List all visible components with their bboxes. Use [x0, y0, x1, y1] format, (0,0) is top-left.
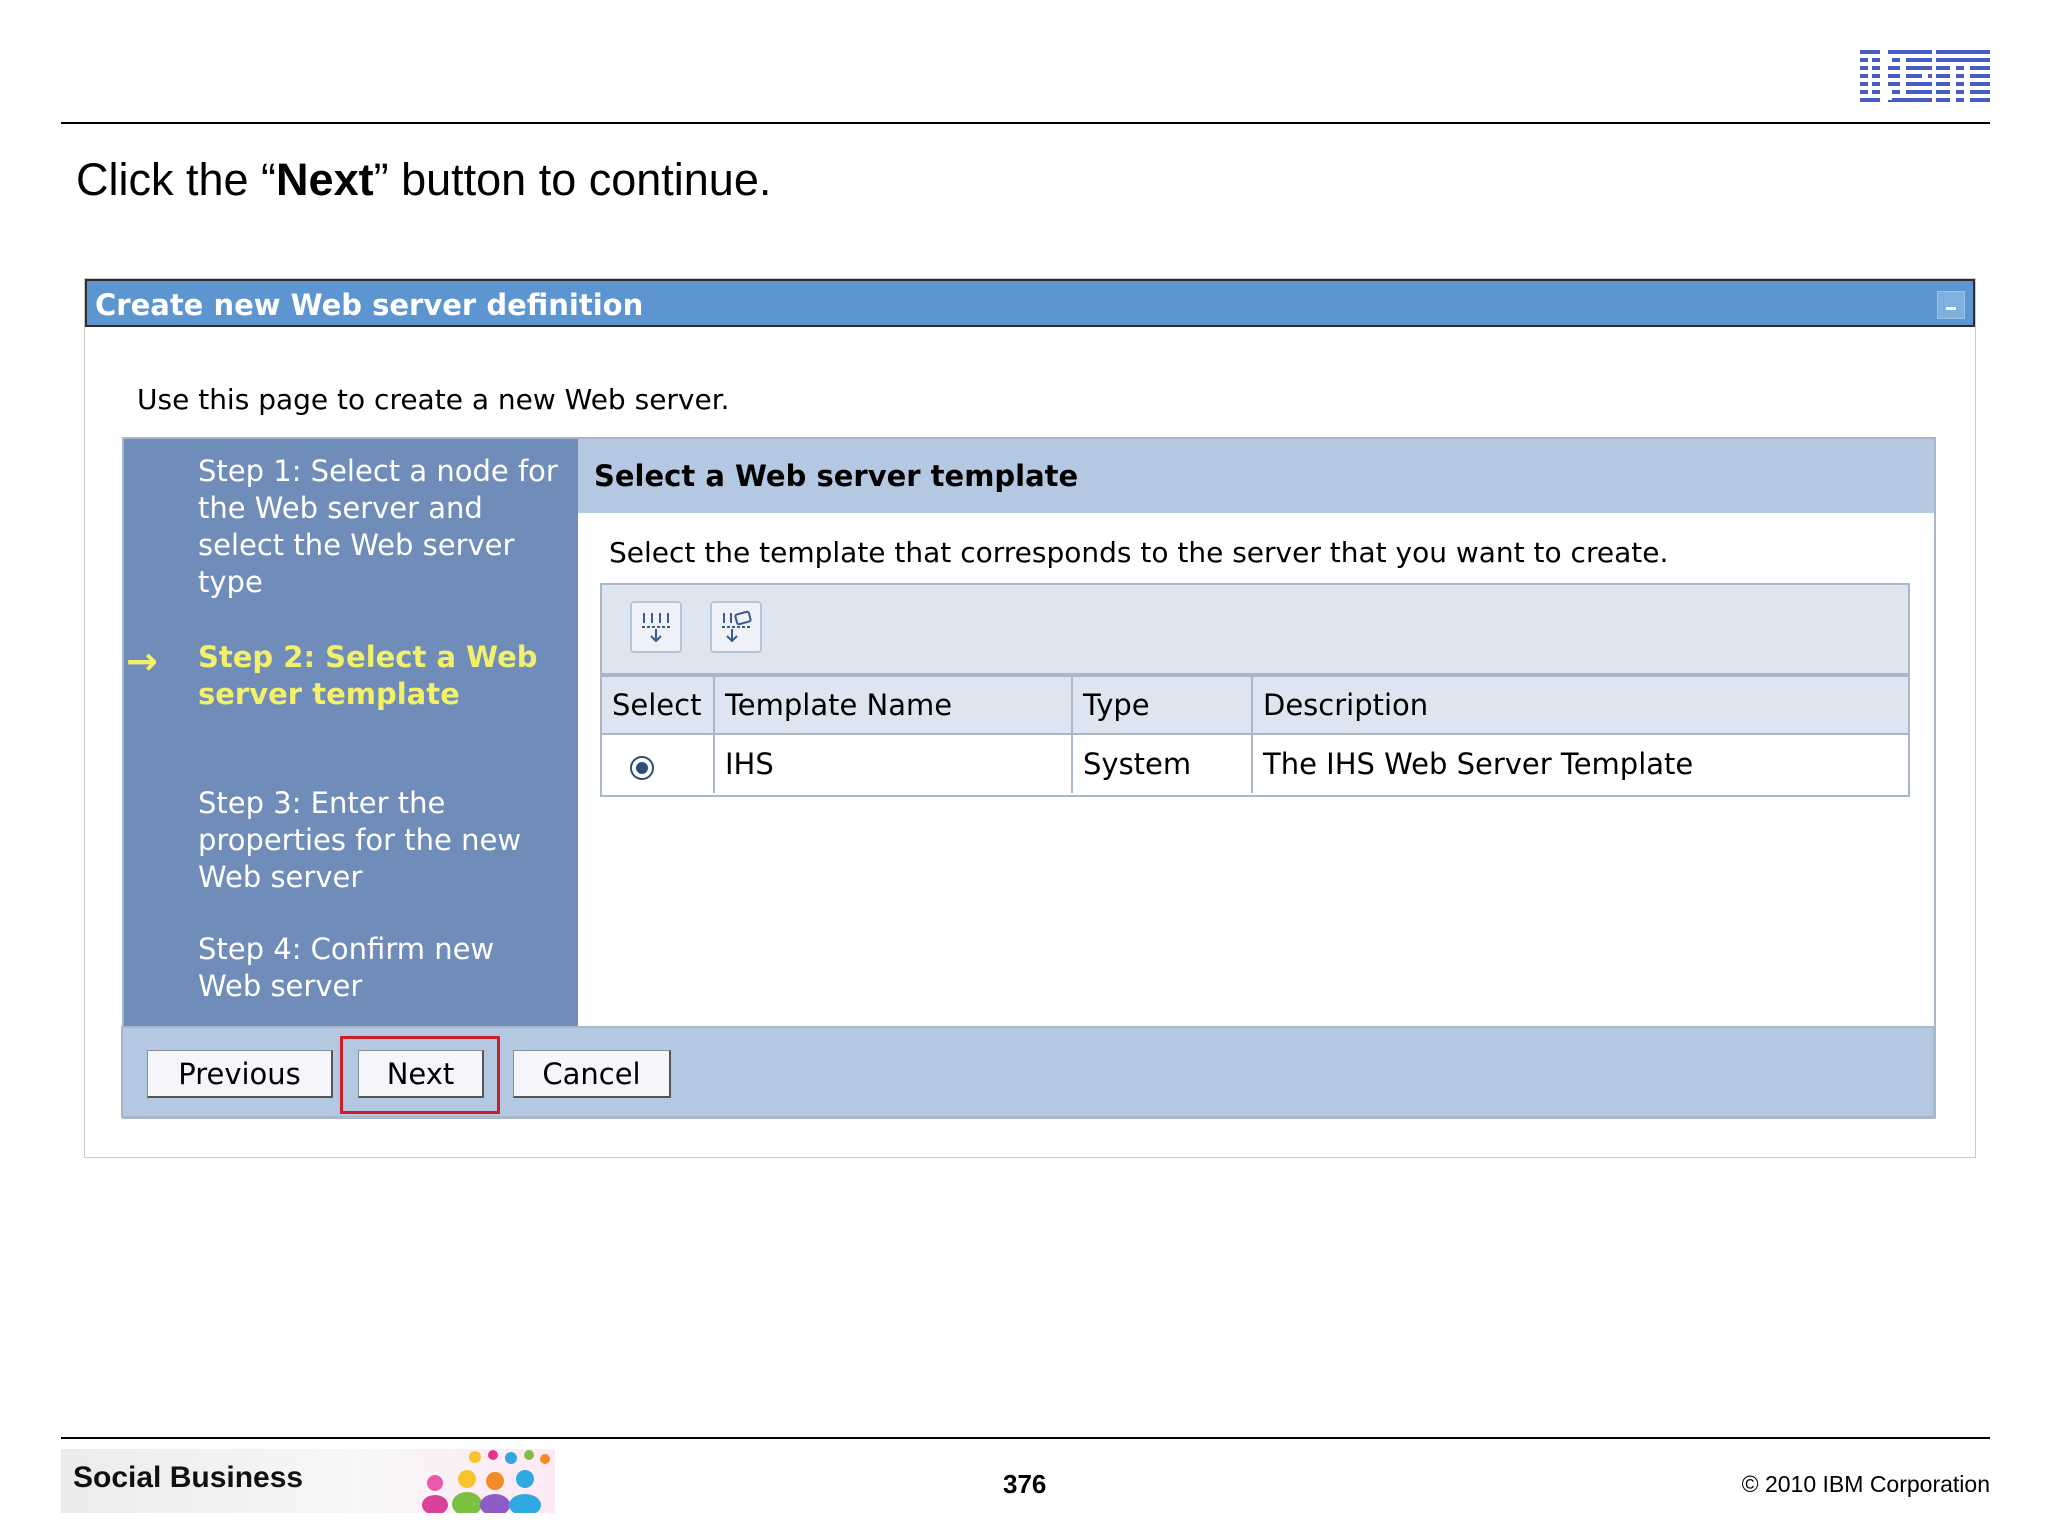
slide-title: Click the “Next” button to continue. [76, 154, 772, 205]
slide-title-emphasis: Next [276, 154, 374, 205]
table-toolbar [602, 585, 1908, 675]
portlet-title: Create new Web server definition [95, 288, 644, 322]
page-number: 376 [1003, 1469, 1047, 1499]
column-header-type[interactable]: Type [1072, 675, 1253, 735]
column-header-description[interactable]: Description [1252, 675, 1908, 735]
section-title: Select a Web server template [594, 459, 1079, 493]
cancel-button[interactable]: Cancel [513, 1050, 671, 1098]
description-cell: The IHS Web Server Template [1263, 747, 1694, 781]
section-header: Select a Web server template [578, 439, 1934, 513]
minimize-icon[interactable] [1937, 291, 1965, 319]
current-step-arrow-icon: → [126, 639, 158, 683]
wizard-step-3: Step 3: Enter the properties for the new… [198, 786, 522, 894]
brand-text: Social Business [73, 1461, 304, 1494]
wizard-step-2-current: Step 2: Select a Web server template [198, 640, 538, 711]
column-header-template-name[interactable]: Template Name [714, 675, 1073, 735]
table-header-row: Select Template Name Type Description [602, 675, 1908, 735]
select-all-icon[interactable] [630, 601, 682, 653]
template-name-cell: IHS [714, 734, 1073, 793]
template-table: Select Template Name Type Description IH… [600, 583, 1910, 797]
copyright: © 2010 IBM Corporation [1741, 1471, 1990, 1497]
next-button-highlight [340, 1036, 500, 1114]
previous-button[interactable]: Previous [147, 1050, 333, 1098]
column-header-select: Select [602, 675, 715, 735]
row-select-cell [602, 734, 715, 793]
wizard-steps-panel: Step 1: Select a node for the Web server… [124, 439, 578, 1029]
portlet-header: Create new Web server definition [85, 279, 1975, 327]
wizard-step-4: Step 4: Confirm new Web server [198, 932, 495, 1003]
type-cell: System [1072, 734, 1253, 793]
table-row: IHS System The IHS Web Server Template [602, 734, 1908, 793]
template-radio-button[interactable] [630, 756, 654, 780]
ibm-logo [1856, 50, 1990, 106]
section-description: Select the template that corresponds to … [609, 536, 1669, 569]
header-rule [61, 122, 1990, 124]
template-grid: Select Template Name Type Description IH… [602, 675, 1908, 793]
footer-rule [61, 1437, 1990, 1439]
wizard-step-1: Step 1: Select a node for the Web server… [198, 454, 558, 599]
people-graphic-icon [422, 1450, 550, 1513]
deselect-all-icon[interactable] [710, 601, 762, 653]
social-business-banner: Social Business [61, 1449, 555, 1513]
intro-text: Use this page to create a new Web server… [137, 383, 730, 416]
